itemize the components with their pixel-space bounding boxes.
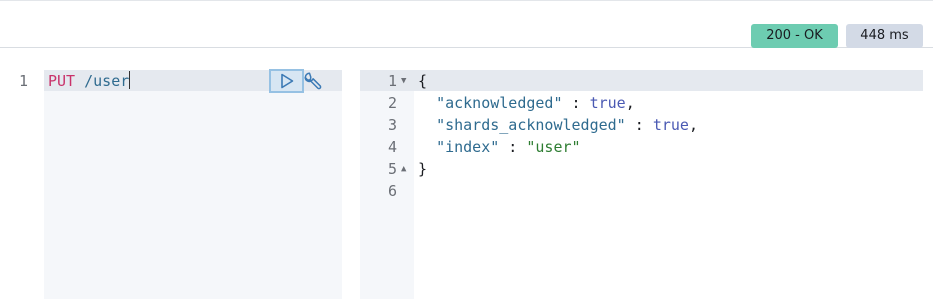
request-editor[interactable]: 1 PUT /user xyxy=(0,70,342,299)
json-key: "shards_acknowledged" xyxy=(436,116,626,134)
active-line-highlight xyxy=(360,70,923,91)
json-value: true xyxy=(652,116,689,134)
line-number: 1 xyxy=(387,72,397,90)
json-separator: : xyxy=(499,138,527,156)
text-cursor xyxy=(129,71,131,89)
json-separator: : xyxy=(625,116,653,134)
line-number: 2 xyxy=(387,94,397,112)
status-badge: 200 - OK xyxy=(751,24,838,48)
json-key: "index" xyxy=(436,138,500,156)
json-value: true xyxy=(589,94,626,112)
json-entry: "shards_acknowledged" : true, xyxy=(418,114,698,136)
json-comma: , xyxy=(688,116,698,134)
http-method: PUT xyxy=(48,72,76,90)
fold-toggle-icon[interactable]: ▼ xyxy=(401,76,406,86)
json-comma: , xyxy=(625,94,635,112)
line-number: 4 xyxy=(387,138,397,156)
fold-toggle-icon[interactable]: ▲ xyxy=(401,164,406,174)
play-icon xyxy=(280,73,293,89)
json-value: "user" xyxy=(526,138,581,156)
json-entry: "acknowledged" : true, xyxy=(418,92,635,114)
line-number: 1 xyxy=(18,72,28,90)
response-status-bar: 200 - OK 448 ms xyxy=(0,0,933,48)
line-number: 5 xyxy=(387,160,397,178)
request-line[interactable]: PUT /user xyxy=(48,70,131,92)
json-separator: : xyxy=(562,94,590,112)
line-number: 6 xyxy=(387,182,397,200)
request-path: /user xyxy=(84,72,130,90)
wrench-icon xyxy=(304,72,322,90)
line-number: 3 xyxy=(387,116,397,134)
response-viewer[interactable]: 1 ▼ 2 3 4 5 ▲ 6 { "acknowledged" : true,… xyxy=(360,70,923,299)
run-request-button[interactable] xyxy=(269,69,304,93)
request-body[interactable] xyxy=(44,70,342,299)
json-entry: "index" : "user" xyxy=(418,136,581,158)
json-close-brace: } xyxy=(418,160,428,178)
json-open-brace: { xyxy=(418,72,428,90)
request-gutter: 1 xyxy=(0,70,44,299)
settings-button[interactable] xyxy=(302,70,324,92)
json-key: "acknowledged" xyxy=(436,94,563,112)
response-time-badge: 448 ms xyxy=(846,24,923,48)
